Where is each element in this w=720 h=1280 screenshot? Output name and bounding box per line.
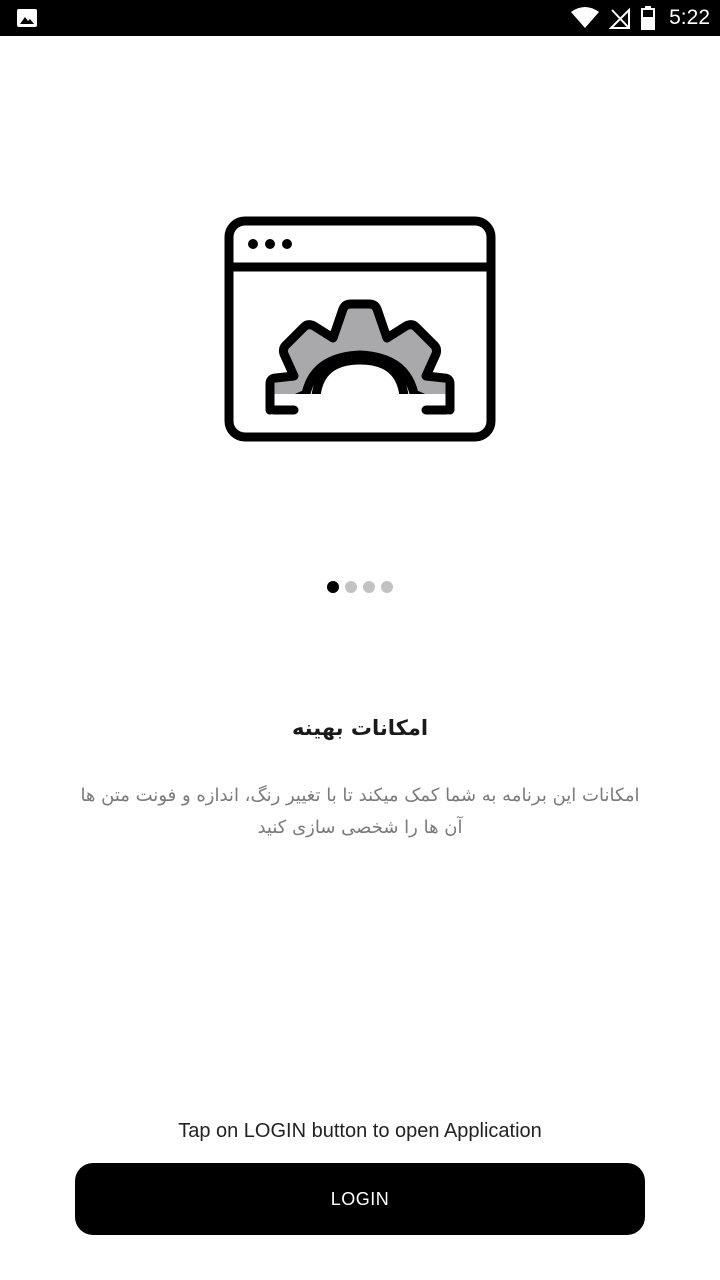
battery-icon: [641, 6, 656, 30]
status-time: 5:22: [669, 6, 710, 29]
login-button[interactable]: LOGIN: [75, 1163, 645, 1235]
browser-settings-icon: [224, 216, 496, 442]
page-dot-3[interactable]: [363, 581, 375, 593]
page-dot-2[interactable]: [345, 581, 357, 593]
onboarding-description: امکانات این برنامه به شما کمک میکند تا ب…: [30, 780, 690, 844]
description-line-1: امکانات این برنامه به شما کمک میکند تا ب…: [80, 785, 640, 806]
page-indicator: [0, 581, 720, 593]
status-bar: 5:22: [0, 0, 720, 36]
page-dot-1[interactable]: [327, 581, 339, 593]
page-dot-4[interactable]: [381, 581, 393, 593]
login-hint: Tap on LOGIN button to open Application: [178, 1120, 542, 1142]
image-icon: [17, 9, 37, 27]
onboarding-title: امکانات بهینه: [291, 716, 429, 740]
description-line-2: آن ها را شخصی سازی کنید: [257, 817, 463, 838]
wifi-icon: [571, 7, 600, 28]
no-signal-icon: [609, 7, 631, 29]
